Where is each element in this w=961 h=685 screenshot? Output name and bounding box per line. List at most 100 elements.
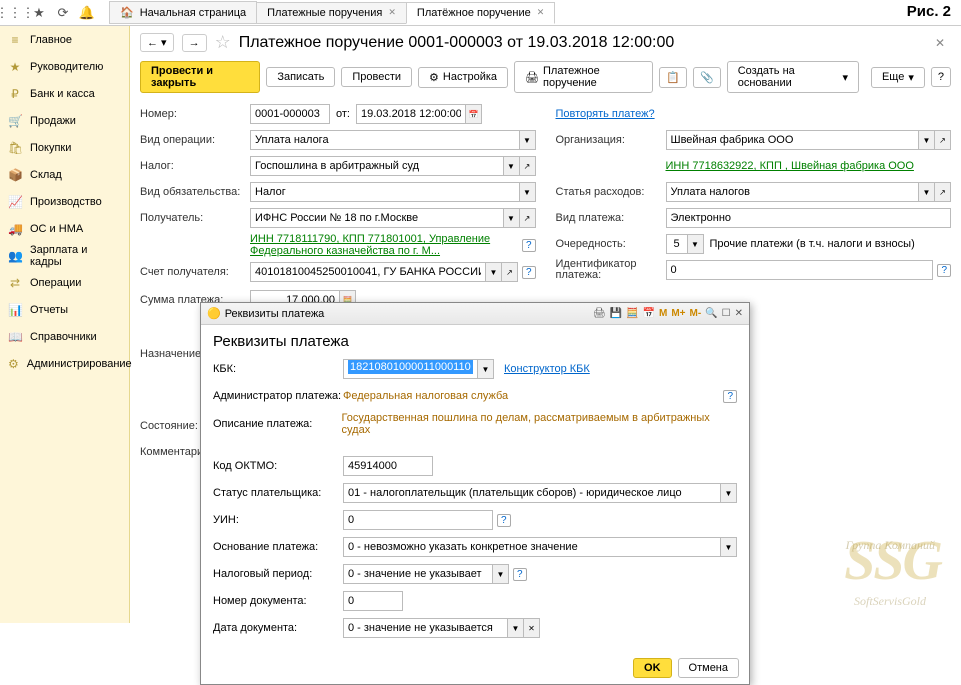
acc-input[interactable] (250, 262, 486, 282)
basis-input[interactable] (343, 537, 721, 557)
favorite-icon[interactable]: ☆ (215, 32, 231, 53)
tab-home[interactable]: 🏠 Начальная страница (109, 1, 257, 24)
paytype-input[interactable] (666, 208, 952, 228)
relations-button[interactable]: 📋 (659, 67, 687, 88)
attach-button[interactable]: 📎 (693, 67, 721, 88)
post-button[interactable]: Провести (341, 67, 412, 87)
sidebar-item[interactable]: 🚚ОС и НМА (0, 215, 129, 242)
sidebar-item[interactable]: ₽Банк и касса (0, 80, 129, 107)
chevron-down-icon[interactable]: ▼ (504, 156, 520, 176)
sidebar-item-label: Покупки (30, 142, 71, 154)
chevron-down-icon[interactable]: ▼ (478, 359, 494, 379)
date-input[interactable] (356, 104, 466, 124)
print-icon[interactable]: 🖨 (593, 308, 606, 319)
sidebar-item[interactable]: 🛍Покупки (0, 134, 129, 161)
chevron-down-icon[interactable]: ▼ (504, 208, 520, 228)
chevron-down-icon[interactable]: ▼ (486, 262, 502, 282)
close-icon[interactable]: ✕ (388, 7, 396, 18)
optype-input[interactable] (250, 130, 520, 150)
back-button[interactable]: ← ▾ (140, 33, 174, 52)
chevron-down-icon[interactable]: ▼ (919, 130, 935, 150)
calendar-icon[interactable]: 📅 (466, 104, 482, 124)
org-input[interactable] (666, 130, 920, 150)
kbk-input[interactable]: 18210801000011000110 (343, 359, 478, 379)
sidebar-item[interactable]: 👥Зарплата и кадры (0, 242, 129, 269)
tax-input[interactable] (250, 156, 504, 176)
repeat-link[interactable]: Повторять платеж? (556, 108, 655, 120)
tab-list[interactable]: Платежные поручения ✕ (256, 2, 407, 24)
create-based-button[interactable]: Создать на основании ▾ (727, 61, 859, 93)
calc-icon[interactable]: 🧮 (626, 308, 638, 319)
bell-icon[interactable]: 🔔 (76, 2, 98, 24)
period-input[interactable] (343, 564, 493, 584)
sidebar-item[interactable]: 📖Справочники (0, 323, 129, 350)
apps-icon[interactable]: ⋮⋮⋮ (4, 2, 26, 24)
chevron-down-icon[interactable]: ▼ (721, 483, 737, 503)
exp-input[interactable] (666, 182, 920, 202)
m-icon[interactable]: M (659, 308, 667, 319)
open-icon[interactable]: ↗ (520, 208, 536, 228)
oblig-input[interactable] (250, 182, 520, 202)
history-icon[interactable]: ⟳ (52, 2, 74, 24)
help-icon[interactable]: ? (522, 239, 536, 252)
mminus-icon[interactable]: M- (690, 308, 702, 319)
sidebar-item[interactable]: 📊Отчеты (0, 296, 129, 323)
open-icon[interactable]: ↗ (935, 130, 951, 150)
open-icon[interactable]: ↗ (520, 156, 536, 176)
cancel-button[interactable]: Отмена (678, 658, 739, 678)
more-button[interactable]: Еще ▾ (871, 67, 925, 88)
chevron-down-icon[interactable]: ▼ (493, 564, 509, 584)
chevron-down-icon[interactable]: ▼ (688, 234, 704, 254)
chevron-down-icon[interactable]: ▼ (721, 537, 737, 557)
sidebar-item[interactable]: ≡Главное (0, 26, 129, 53)
sidebar-item[interactable]: ⚙Администрирование (0, 350, 129, 377)
prio-input[interactable] (666, 234, 688, 254)
tab-doc[interactable]: Платёжное поручение ✕ (406, 2, 555, 24)
status-input[interactable] (343, 483, 721, 503)
print-button[interactable]: 🖨Платежное поручение (514, 61, 653, 93)
help-icon[interactable]: ? (522, 266, 536, 279)
open-icon[interactable]: ↗ (502, 262, 518, 282)
write-button[interactable]: Записать (266, 67, 335, 87)
help-icon[interactable]: ? (513, 568, 527, 581)
kbk-constructor-link[interactable]: Конструктор КБК (504, 363, 590, 375)
maximize-icon[interactable]: ☐ (722, 308, 731, 319)
uin-input[interactable] (343, 510, 493, 530)
sidebar-item[interactable]: 📦Склад (0, 161, 129, 188)
clear-icon[interactable]: ✕ (524, 618, 540, 638)
star-icon[interactable]: ★ (28, 2, 50, 24)
chevron-down-icon[interactable]: ▼ (520, 182, 536, 202)
chevron-down-icon[interactable]: ▼ (919, 182, 935, 202)
docnum-input[interactable] (343, 591, 403, 611)
docdate-input[interactable] (343, 618, 508, 638)
sidebar-item[interactable]: ★Руководителю (0, 53, 129, 80)
help-icon[interactable]: ? (497, 514, 511, 527)
close-icon[interactable]: ✕ (735, 308, 743, 319)
close-icon[interactable]: ✕ (929, 34, 951, 52)
help-button[interactable]: ? (931, 67, 951, 87)
mplus-icon[interactable]: M+ (671, 308, 685, 319)
number-input[interactable] (250, 104, 330, 124)
chevron-down-icon[interactable]: ▼ (508, 618, 524, 638)
id-input[interactable] (666, 260, 934, 280)
oktmo-input[interactable] (343, 456, 433, 476)
open-icon[interactable]: ↗ (935, 182, 951, 202)
sidebar-item[interactable]: ⇄Операции (0, 269, 129, 296)
inn-link[interactable]: ИНН 7718111790, КПП 771801001, Управлени… (250, 233, 518, 257)
dialog-titlebar[interactable]: 🟡 Реквизиты платежа 🖨 💾 🧮 📅 M M+ M- 🔍 ☐ … (201, 303, 749, 325)
help-icon[interactable]: ? (937, 264, 951, 277)
ok-button[interactable]: OK (633, 658, 672, 678)
zoom-icon[interactable]: 🔍 (705, 308, 717, 319)
forward-button[interactable]: → (182, 34, 207, 52)
recipient-input[interactable] (250, 208, 504, 228)
save-icon[interactable]: 💾 (610, 308, 622, 319)
close-icon[interactable]: ✕ (537, 7, 545, 18)
org-link[interactable]: ИНН 7718632922, КПП , Швейная фабрика ОО… (666, 160, 914, 172)
help-icon[interactable]: ? (723, 390, 737, 403)
save-close-button[interactable]: Провести и закрыть (140, 61, 260, 93)
sidebar-item[interactable]: 🛒Продажи (0, 107, 129, 134)
sidebar-item[interactable]: 📈Производство (0, 188, 129, 215)
chevron-down-icon[interactable]: ▼ (520, 130, 536, 150)
calendar-icon[interactable]: 📅 (643, 308, 655, 319)
settings-button[interactable]: ⚙Настройка (418, 67, 508, 88)
